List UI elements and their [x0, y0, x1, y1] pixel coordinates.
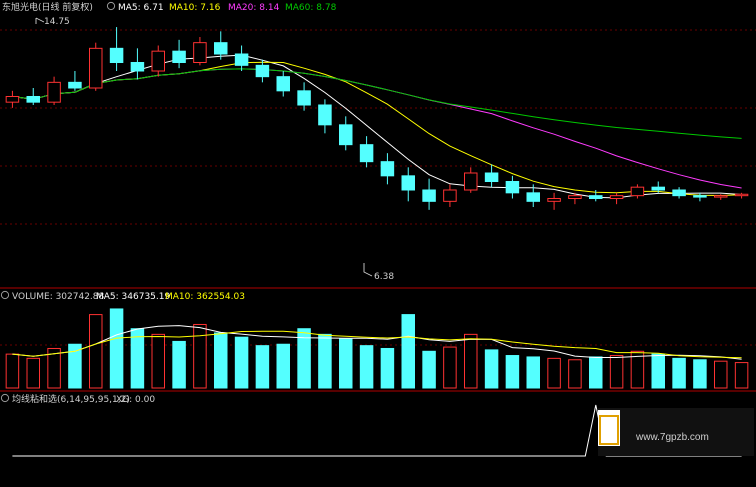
volume-bar: [422, 350, 436, 389]
volume-bar: [568, 359, 582, 389]
price-legend: 东旭光电(日线 前复权) MA5: 6.71 MA10: 7.16 MA20: …: [2, 1, 337, 13]
indicator-title: 均线粘和选(6,14,95,95,1,2): [12, 393, 130, 405]
volume-bar: [193, 323, 207, 389]
candle-body: [359, 144, 374, 163]
volume-bar: [359, 345, 374, 389]
volume-bar: [547, 357, 561, 389]
volume-bar: [234, 336, 249, 389]
candle-body: [422, 189, 436, 202]
volume-bar: [651, 353, 665, 389]
volume-bar: [130, 328, 145, 389]
volume-bar: [214, 332, 228, 389]
volume-bar: [276, 343, 290, 389]
candle-body: [547, 198, 561, 202]
candle-body: [672, 189, 686, 197]
volume-bar: [401, 314, 415, 389]
candle-body: [130, 62, 145, 72]
stock-chart[interactable]: 东旭光电(日线 前复权) MA5: 6.71 MA10: 7.16 MA20: …: [0, 0, 756, 487]
candle-body: [276, 76, 290, 92]
watermark-url: www.7gpzb.com: [635, 432, 709, 443]
candle: [89, 42, 103, 91]
volume-ma5: MA5: 346735.19: [96, 292, 170, 302]
xg-value: XG: 0.00: [116, 395, 155, 405]
volume-bar: [589, 356, 603, 389]
ma10-legend: MA10: 7.16: [169, 3, 221, 13]
candle-body: [89, 47, 103, 89]
candle-body: [693, 195, 707, 198]
volume-bar: [693, 359, 707, 389]
volume-bar: [464, 333, 478, 389]
volume-bar: [714, 360, 728, 389]
volume-value: VOLUME: 302742.88: [12, 292, 105, 302]
ma60-legend: MA60: 8.78: [285, 3, 337, 13]
candle-body: [714, 195, 728, 198]
candle-body: [484, 172, 499, 182]
candle-body: [214, 42, 228, 55]
volume-bar: [89, 314, 103, 389]
candle-body: [609, 195, 624, 200]
volume-bar: [526, 356, 540, 389]
indicator-legend: 均线粘和选(6,14,95,95,1,2) XG: 0.00: [0, 393, 155, 405]
candle-body: [630, 186, 645, 197]
volume-bar: [734, 362, 749, 389]
volume-legend: VOLUME: 302742.88 MA5: 346735.19 MA10: 3…: [0, 290, 245, 302]
candle-body: [734, 193, 749, 197]
volume-bar: [5, 353, 20, 389]
candle-body: [380, 161, 395, 177]
candle-body: [109, 47, 124, 63]
candle-body: [193, 42, 207, 64]
candle-body: [5, 96, 20, 103]
candle-body: [401, 175, 415, 191]
volume-bar: [318, 333, 332, 389]
volume-bar: [505, 355, 520, 389]
candle-body: [26, 96, 40, 103]
volume-bar: [609, 355, 624, 389]
volume-bar: [255, 345, 270, 389]
candle-body: [443, 189, 457, 202]
volume-bar: [26, 357, 40, 389]
candle-body: [651, 186, 665, 191]
watermark: www.7gpzb.com: [598, 408, 754, 456]
ma20-legend: MA20: 8.14: [228, 3, 280, 13]
candle-body: [68, 81, 82, 89]
candle-body: [47, 81, 61, 103]
volume-bar: [151, 333, 165, 389]
volume-bar: [443, 346, 457, 389]
candle-body: [568, 195, 582, 200]
volume-bar: [380, 347, 395, 389]
candle-body: [297, 90, 311, 106]
candle-body: [589, 195, 603, 200]
candle-body: [339, 124, 353, 146]
price-title: 东旭光电(日线 前复权): [2, 1, 93, 13]
high-price-label: 14.75: [44, 17, 70, 27]
volume-bar: [672, 357, 686, 389]
volume-bar: [172, 340, 186, 389]
candle-body: [172, 50, 186, 64]
candle-body: [318, 104, 332, 126]
volume-bar: [484, 349, 499, 389]
candle-body: [505, 181, 520, 194]
ma5-legend: MA5: 6.71: [118, 3, 164, 13]
volume-bar: [339, 338, 353, 389]
candle-body: [526, 192, 540, 202]
low-price-label: 6.38: [374, 272, 394, 282]
candle-body: [255, 64, 270, 78]
volume-ma10: MA10: 362554.03: [165, 292, 245, 302]
candle-body: [234, 53, 249, 66]
candle-body: [464, 172, 478, 191]
candle-body: [151, 50, 165, 72]
volume-bar: [109, 308, 124, 389]
